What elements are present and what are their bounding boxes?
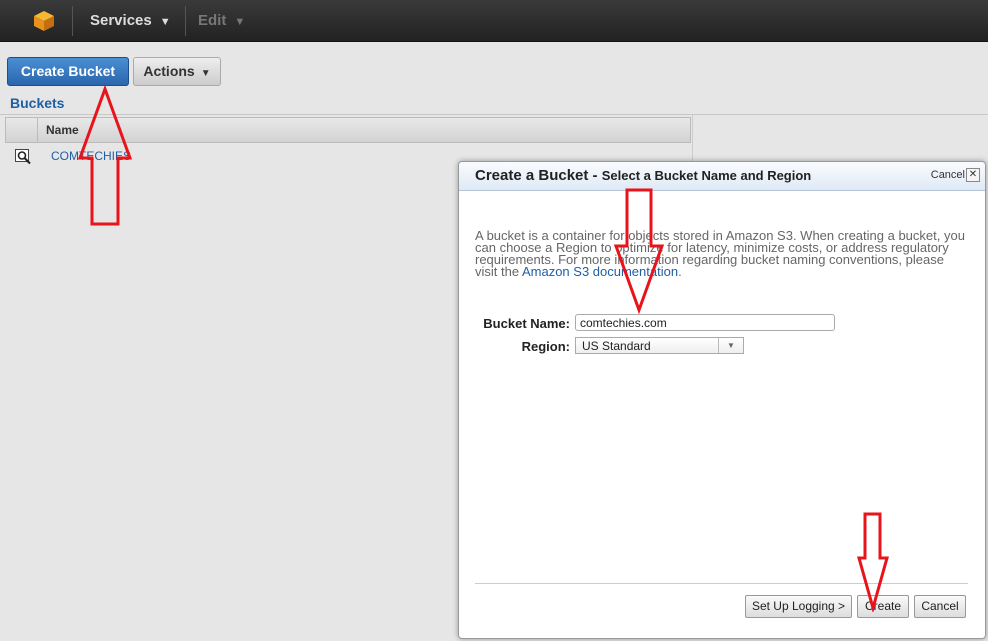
dialog-header: Create a Bucket - Select a Bucket Name a… <box>459 162 985 191</box>
top-navigation-bar: Services ▼ Edit ▼ <box>0 0 988 42</box>
column-divider <box>37 118 38 142</box>
dialog-subtitle: Select a Bucket Name and Region <box>601 168 812 183</box>
dialog-description: A bucket is a container for objects stor… <box>475 229 965 279</box>
chevron-down-icon: ▼ <box>200 68 211 79</box>
annotation-up-arrow-icon <box>77 86 133 226</box>
actions-button[interactable]: Actions ▼ <box>133 57 221 86</box>
dialog-cancel-link[interactable]: Cancel <box>931 169 965 181</box>
services-menu[interactable]: Services ▼ <box>90 12 171 29</box>
chevron-down-icon: ▼ <box>234 16 246 28</box>
bucket-name-label: Bucket Name: <box>483 316 570 331</box>
nav-separator <box>72 6 73 36</box>
edit-menu[interactable]: Edit ▼ <box>198 12 245 29</box>
dialog-title-separator: - <box>588 167 602 184</box>
setup-logging-button[interactable]: Set Up Logging > <box>745 595 852 618</box>
services-label: Services <box>90 12 152 29</box>
aws-cube-logo-icon[interactable] <box>33 10 55 32</box>
nav-separator <box>185 6 186 36</box>
divider <box>0 114 988 115</box>
create-bucket-button[interactable]: Create Bucket <box>7 57 129 86</box>
magnifier-icon[interactable] <box>15 149 33 165</box>
region-label: Region: <box>521 339 570 354</box>
dialog-title-main: Create a Bucket <box>475 167 589 184</box>
actions-label: Actions <box>143 63 195 79</box>
dialog-footer-divider <box>475 583 968 584</box>
dialog-title: Create a Bucket - Select a Bucket Name a… <box>475 167 811 184</box>
chevron-down-icon: ▼ <box>159 16 171 28</box>
create-bucket-dialog: Create a Bucket - Select a Bucket Name a… <box>458 161 986 639</box>
annotation-down-arrow-icon <box>857 512 889 612</box>
panel-divider <box>692 115 693 165</box>
column-header-name[interactable]: Name <box>46 123 79 137</box>
cancel-button[interactable]: Cancel <box>914 595 966 618</box>
annotation-down-arrow-icon <box>613 188 665 314</box>
region-select[interactable]: US Standard ▼ <box>575 337 744 354</box>
chevron-down-icon: ▼ <box>718 338 743 353</box>
region-selected-value: US Standard <box>582 339 651 353</box>
close-icon[interactable]: ✕ <box>966 168 980 182</box>
buckets-title: Buckets <box>10 95 65 111</box>
edit-label: Edit <box>198 12 227 29</box>
description-end: . <box>678 264 682 279</box>
bucket-name-input[interactable] <box>575 314 835 331</box>
